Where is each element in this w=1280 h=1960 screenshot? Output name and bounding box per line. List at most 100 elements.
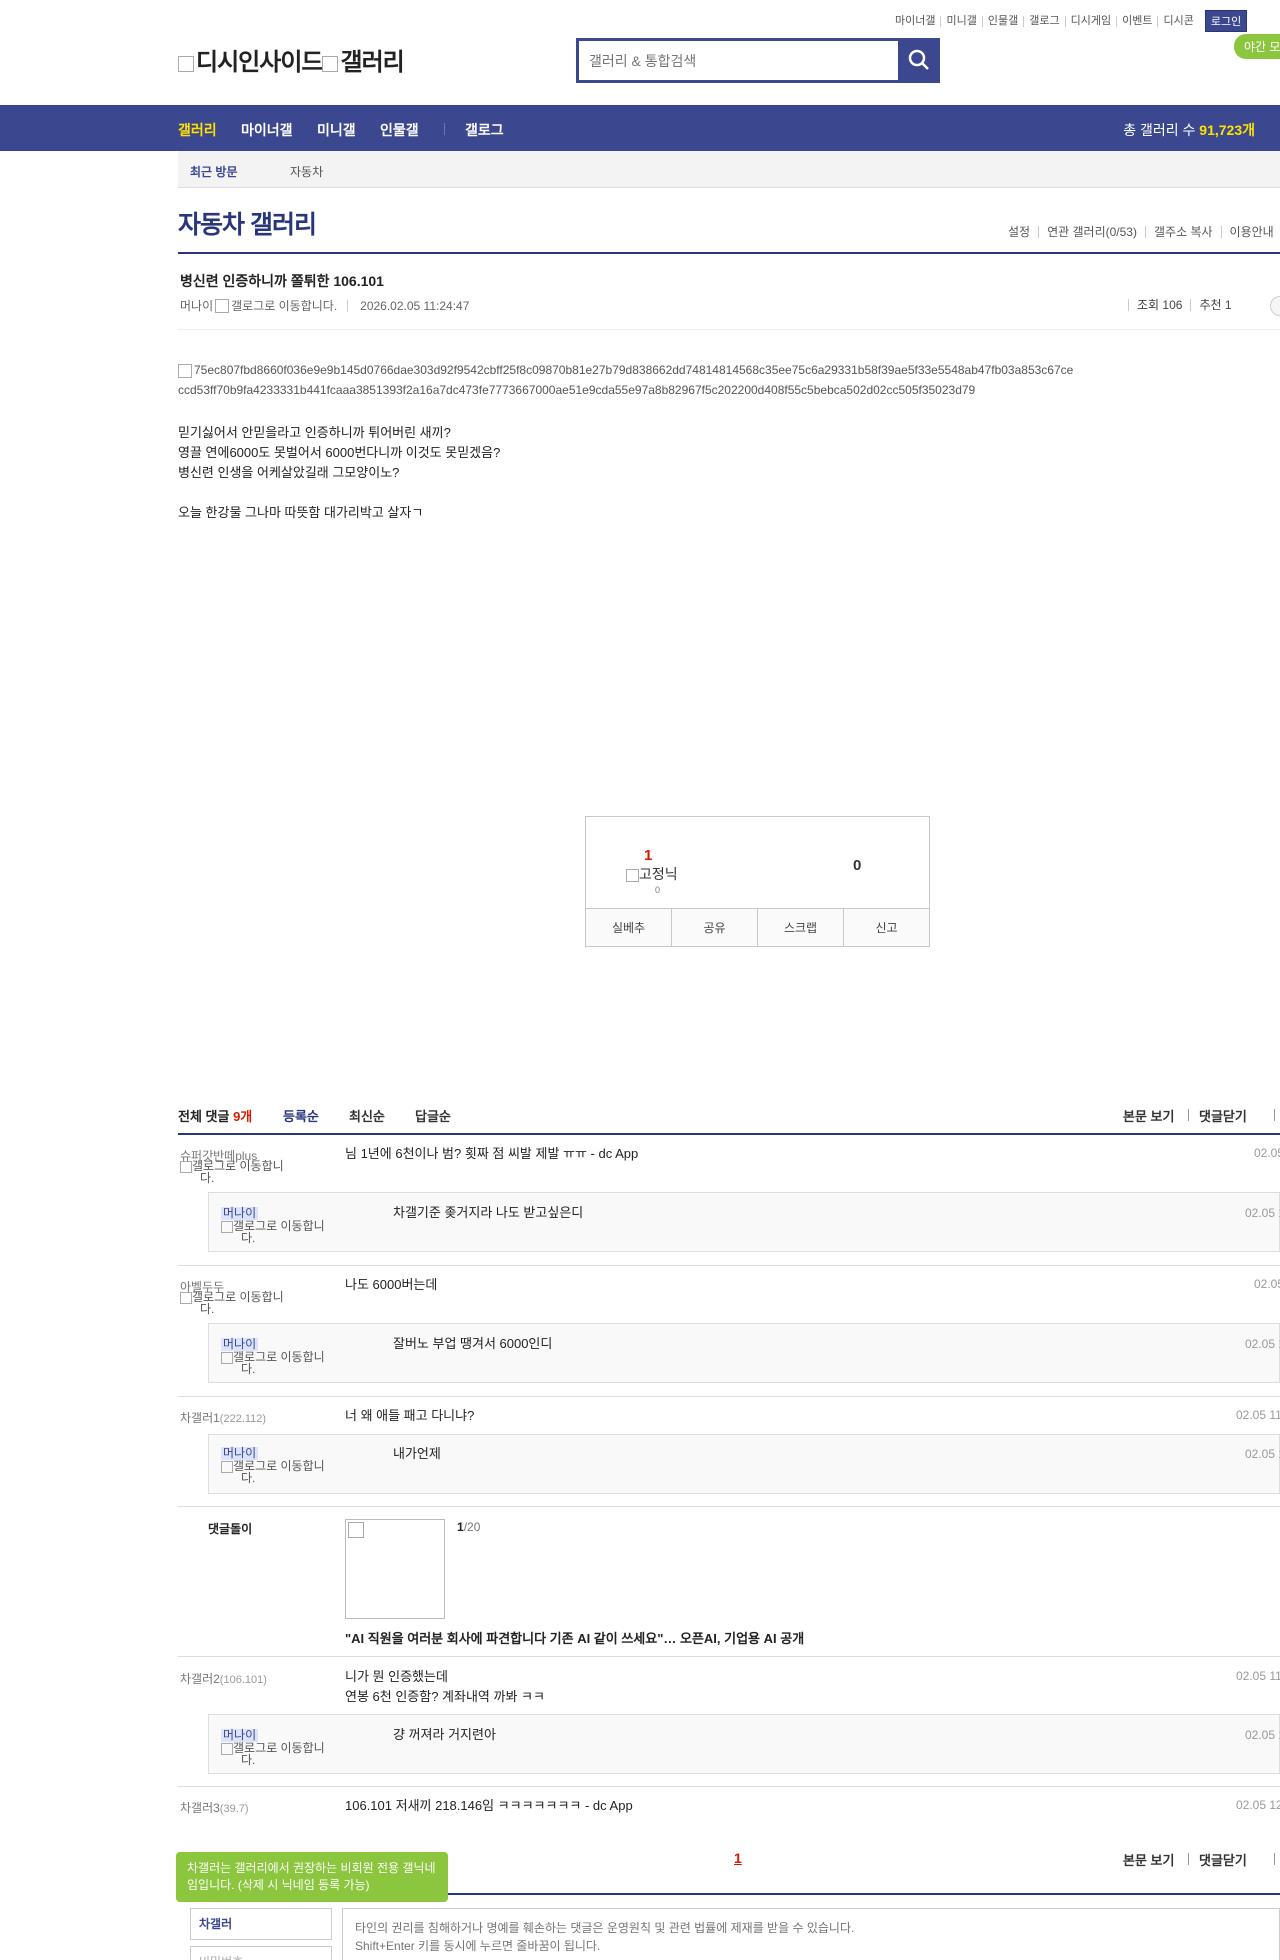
- util-link-person[interactable]: 인물갤: [981, 15, 1023, 27]
- recommend-up-alt: 고정닉: [639, 866, 678, 882]
- close-comments-button-bottom[interactable]: 댓글닫기: [1199, 1850, 1247, 1869]
- site-logo[interactable]: 디시인사이드 갤러리: [178, 42, 405, 77]
- report-button[interactable]: 신고: [843, 909, 929, 946]
- close-comments-button[interactable]: 댓글닫기: [1199, 1106, 1247, 1125]
- nav-item-gallog[interactable]: 갤로그: [465, 120, 504, 140]
- reply-date: 02.05 11:42:47: [1245, 1728, 1280, 1742]
- related-gallery-link[interactable]: 연관 갤러리(0/53): [1038, 226, 1145, 238]
- post-body-line: 영끌 연에6000도 못벌어서 6000번다니까 이것도 못믿겠음?: [178, 445, 501, 460]
- comment-text: 니가 뭔 인증했는데 연봉 6천 인증함? 계좌내역 까봐 ㅋㅋ: [345, 1667, 545, 1707]
- broken-image-icon: [180, 1161, 192, 1173]
- recent-visit-item[interactable]: 자동차: [290, 163, 323, 180]
- share-button[interactable]: 공유: [671, 909, 757, 946]
- comment-text: 님 1년에 6천이나 범? 횟짜 점 씨발 제발 ㅠㅠ - dc App: [345, 1146, 639, 1161]
- reply-date: 02.05 11:36:55: [1245, 1447, 1280, 1461]
- util-link-mini[interactable]: 미니갤: [940, 15, 981, 27]
- comment-header-divider: [178, 1133, 1280, 1135]
- reply-box: 머나이 갤로그로 이동합니 다. 잘버노 부업 땡겨서 6000인디 02.05 …: [208, 1323, 1280, 1383]
- comment-textarea[interactable]: [342, 1908, 1280, 1960]
- gallog-link[interactable]: 갤로그로 이동합니다.: [180, 1160, 305, 1184]
- post-stats: 조회 106 추천 1: [1128, 299, 1240, 311]
- comment-nick[interactable]: 차갤러1(222.112): [180, 1409, 266, 1426]
- gallog-link[interactable]: 갤로그로 이동합니다.: [221, 1220, 346, 1244]
- view-body-button[interactable]: 본문 보기: [1123, 1106, 1174, 1125]
- sort-by-replies[interactable]: 답글순: [415, 1106, 451, 1125]
- tooltip-tail: [206, 1894, 220, 1902]
- post-meta: 머나이 갤로그로 이동합니다. 2026.02.05 11:24:47: [180, 297, 469, 314]
- more-options-button[interactable]: [1270, 296, 1280, 316]
- broken-image-icon: [178, 55, 194, 72]
- gallog-alt: 다.: [241, 1471, 256, 1485]
- util-link-minor[interactable]: 마이너갤: [890, 15, 940, 27]
- post-body-line: 믿기싫어서 안믿을라고 인증하니까 튀어버린 새끼?: [178, 425, 451, 440]
- recommend-box: 1 고정닉 0 0 실베추 공유 스크랩 신고: [585, 816, 930, 947]
- gallery-settings-link[interactable]: 설정: [1000, 226, 1038, 238]
- util-link-gallog[interactable]: 갤로그: [1023, 15, 1064, 27]
- comment-dory-pager: 1/20: [457, 1520, 480, 1534]
- guest-name-input[interactable]: 차갤러: [190, 1908, 332, 1940]
- comment-ip: (222.112): [219, 1413, 267, 1425]
- gallog-link[interactable]: 갤로그로 이동합니다.: [231, 297, 337, 314]
- nav-item-mini[interactable]: 미니갤: [317, 120, 356, 140]
- search-button[interactable]: [898, 38, 940, 83]
- login-button[interactable]: 로그인: [1204, 10, 1248, 32]
- global-nav: 갤러리 마이너갤 미니갤 인물갤 갤로그 총 갤러리 수 91,723개: [0, 105, 1280, 151]
- gallog-link[interactable]: 갤로그로 이동합니다.: [221, 1742, 346, 1766]
- comment-dory-headline[interactable]: "AI 직원을 여러분 회사에 파견합니다 기존 AI 같이 쓰세요"… 오픈A…: [345, 1628, 804, 1647]
- post-views: 조회 106: [1128, 299, 1190, 311]
- comment-total-label: 전체 댓글: [178, 1109, 230, 1124]
- recommend-up-button[interactable]: 고정닉: [626, 864, 678, 884]
- comment-date: 02.05 12:01:33: [1236, 1798, 1280, 1812]
- nav-item-minor[interactable]: 마이너갤: [241, 120, 293, 140]
- util-link-dcgame[interactable]: 디시게임: [1064, 15, 1116, 27]
- recent-visit-label[interactable]: 최근 방문: [190, 163, 238, 180]
- title-divider: [178, 252, 1280, 254]
- night-mode-button[interactable]: 야간 모드: [1234, 34, 1280, 59]
- gallog-link[interactable]: 갤로그로 이동합니다.: [221, 1460, 346, 1485]
- comment-nick-text: 차갤러3: [180, 1801, 220, 1815]
- copy-gallery-url-link[interactable]: 갤주소 복사: [1144, 226, 1221, 238]
- reply-date: 02.05 11:33:21: [1245, 1337, 1280, 1351]
- post-body-line: 오늘 한강물 그나마 따뜻함 대가리박고 살자ㄱ: [178, 505, 424, 520]
- scrap-button[interactable]: 스크랩: [757, 909, 843, 946]
- sort-by-latest[interactable]: 최신순: [349, 1106, 385, 1125]
- reply-writer-nick[interactable]: 머나이: [221, 1729, 259, 1742]
- broken-image-icon: [322, 55, 339, 72]
- post-author[interactable]: 머나이: [180, 297, 213, 314]
- comment-text-line: 연봉 6천 인증함? 계좌내역 까봐 ㅋㅋ: [345, 1689, 545, 1704]
- top-utility-bar: 마이너갤 미니갤 인물갤 갤로그 디시게임 이벤트 디시콘 로그인: [890, 10, 1248, 32]
- nav-item-person[interactable]: 인물갤: [380, 120, 419, 140]
- comment-dory-thumbnail[interactable]: [345, 1519, 445, 1619]
- search-input[interactable]: [579, 41, 899, 80]
- comment-divider: [178, 1656, 1280, 1657]
- reply-date: 02.05 11:30:02: [1245, 1206, 1280, 1220]
- gallog-link[interactable]: 갤로그로 이동합니다.: [180, 1291, 305, 1315]
- reply-writer-nick[interactable]: 머나이: [221, 1338, 259, 1351]
- comment-page-1[interactable]: 1: [734, 1850, 742, 1866]
- util-link-dccon[interactable]: 디시콘: [1157, 15, 1198, 27]
- util-link-event[interactable]: 이벤트: [1116, 15, 1157, 27]
- meta-divider: [178, 329, 1280, 330]
- gallog-link[interactable]: 갤로그로 이동합니다.: [221, 1351, 346, 1375]
- reply-writer-nick[interactable]: 머나이: [221, 1447, 259, 1460]
- guest-password-input[interactable]: 비밀번호: [190, 1946, 332, 1960]
- header-divider: [1188, 1109, 1189, 1121]
- broken-image-icon: [221, 1461, 233, 1473]
- nav-item-gallery[interactable]: 갤러리: [178, 120, 217, 140]
- view-body-button-bottom[interactable]: 본문 보기: [1123, 1850, 1174, 1869]
- reply-writer-nick[interactable]: 머나이: [221, 1207, 259, 1220]
- search-icon: [908, 49, 929, 70]
- gallery-total-label: 총 갤러리 수: [1123, 122, 1196, 138]
- broken-image-icon: [178, 363, 192, 378]
- gallery-title[interactable]: 자동차 갤러리: [178, 205, 317, 241]
- comment-nick[interactable]: 차갤러2(106.101): [180, 1670, 267, 1687]
- silbe-recommend-button[interactable]: 실베추: [586, 909, 671, 946]
- reply-box: 머나이 갤로그로 이동합니 다. 차갤기준 좆거지라 나도 받고싶은디 02.05…: [208, 1192, 1280, 1252]
- header-divider: [1274, 1109, 1275, 1121]
- usage-guide-link[interactable]: 이용안내: [1220, 226, 1280, 238]
- sort-by-registered[interactable]: 등록순: [283, 1106, 319, 1125]
- comment-nick[interactable]: 차갤러3(39.7): [180, 1799, 249, 1816]
- comment-header: 전체 댓글 9개 등록순 최신순 답글순 본문 보기 댓글닫기: [178, 1106, 1280, 1136]
- post-image: 75ec807fbd8660f036e9e9b145d0766dae303d92…: [178, 360, 1078, 400]
- comment-text: 너 왜 애들 패고 다니냐?: [345, 1408, 475, 1423]
